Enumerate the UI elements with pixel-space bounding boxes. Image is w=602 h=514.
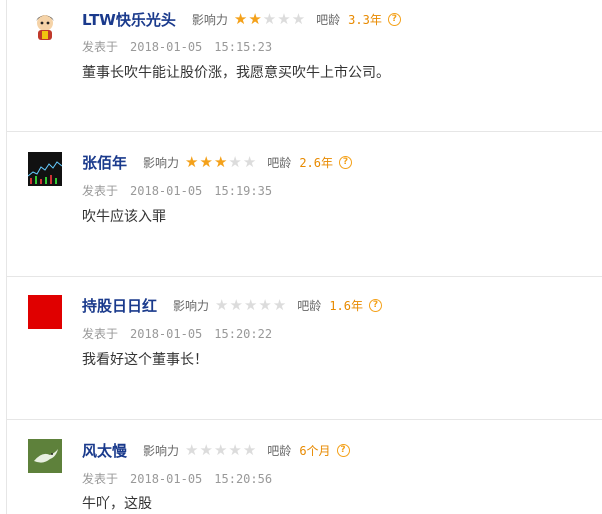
tenure-value: 3.3年 <box>348 12 382 27</box>
star-icon: ★ <box>199 440 213 459</box>
help-icon[interactable]: ? <box>387 12 401 26</box>
comment-text: 董事长吹牛能让股价涨，我愿意买吹牛上市公司。 <box>82 65 390 81</box>
star-icon: ★ <box>262 9 277 28</box>
star-icon: ★ <box>185 440 199 459</box>
star-icon: ★ <box>243 295 258 314</box>
star-icon: ★ <box>242 440 257 459</box>
post-clock: 15:20:56 <box>214 472 273 486</box>
post-time: 发表于 2018-01-05 15:20:22 <box>82 325 284 342</box>
comment-text: 牛吖，这股 <box>82 496 152 512</box>
posted-label: 发表于 <box>82 40 119 54</box>
star-icon: ★ <box>277 9 291 28</box>
tenure-value: 2.6年 <box>299 155 333 170</box>
star-icon: ★ <box>228 152 242 171</box>
comment-item: LTW快乐光头 影响力 ★ ★ ★ ★ ★ 吧龄 3.3年 ? 发表于 2018-01-0… <box>0 0 602 132</box>
star-icon: ★ <box>213 152 228 171</box>
post-clock: 15:19:35 <box>214 184 273 198</box>
post-date: 2018-01-05 <box>130 327 203 341</box>
avatar[interactable] <box>28 152 62 186</box>
post-time: 发表于 2018-01-05 15:15:23 <box>82 38 284 55</box>
star-icon: ★ <box>199 152 213 171</box>
tenure-value: 1.6年 <box>329 298 363 313</box>
posted-label: 发表于 <box>82 327 119 341</box>
avatar[interactable] <box>28 10 62 44</box>
tenure-label: 吧龄 <box>267 155 292 170</box>
cartoon-mascot-icon <box>28 10 62 44</box>
green-bird-icon <box>28 439 62 473</box>
help-icon[interactable]: ? <box>369 298 382 312</box>
star-icon: ★ <box>291 9 306 28</box>
user-info-row: 持股日日红 影响力 ★ ★ ★ ★ ★ 吧龄 1.6年 ? <box>82 295 382 315</box>
influence-label: 影响力 <box>173 298 210 313</box>
posted-label: 发表于 <box>82 472 119 486</box>
comment-item: 张佰年 影响力 ★ ★ ★ ★ ★ 吧龄 2.6年 ? 发表于 2018-01-05 15:… <box>0 132 602 276</box>
username-link[interactable]: LTW快乐光头 <box>82 9 176 30</box>
comment-item: 风太慢 影响力 ★ ★ ★ ★ ★ 吧龄 6个月 ? 发表于 2018-01-05 15:2… <box>0 420 602 514</box>
post-time: 发表于 2018-01-05 15:19:35 <box>82 182 284 199</box>
red-square-icon <box>28 295 62 329</box>
star-icon: ★ <box>258 295 272 314</box>
tenure-label: 吧龄 <box>297 298 322 313</box>
posted-label: 发表于 <box>82 184 119 198</box>
comment-item: 持股日日红 影响力 ★ ★ ★ ★ ★ 吧龄 1.6年 ? 发表于 2018-01-05 1… <box>0 277 602 419</box>
star-icon: ★ <box>213 440 228 459</box>
comment-text: 我看好这个董事长！ <box>82 352 208 368</box>
avatar[interactable] <box>28 439 62 473</box>
tenure-label: 吧龄 <box>316 12 341 27</box>
star-icon: ★ <box>185 152 199 171</box>
star-icon: ★ <box>229 295 243 314</box>
post-date: 2018-01-05 <box>130 472 203 486</box>
star-icon: ★ <box>228 440 242 459</box>
user-info-row: 张佰年 影响力 ★ ★ ★ ★ ★ 吧龄 2.6年 ? <box>82 152 352 172</box>
star-icon: ★ <box>215 295 229 314</box>
influence-stars: ★ ★ ★ ★ ★ <box>215 295 287 314</box>
influence-label: 影响力 <box>191 12 228 27</box>
post-date: 2018-01-05 <box>130 40 203 54</box>
tenure-label: 吧龄 <box>267 443 292 458</box>
star-icon: ★ <box>233 9 248 28</box>
user-info-row: 风太慢 影响力 ★ ★ ★ ★ ★ 吧龄 6个月 ? <box>82 440 350 460</box>
dark-chart-icon <box>28 152 62 186</box>
influence-label: 影响力 <box>143 443 180 458</box>
influence-stars: ★ ★ ★ ★ ★ <box>185 152 257 171</box>
help-icon[interactable]: ? <box>336 443 350 457</box>
influence-stars: ★ ★ ★ ★ ★ <box>185 440 257 459</box>
post-clock: 15:15:23 <box>214 40 273 54</box>
star-icon: ★ <box>242 152 257 171</box>
tenure-value: 6个月 <box>299 443 331 458</box>
influence-label: 影响力 <box>143 155 180 170</box>
post-date: 2018-01-05 <box>130 184 203 198</box>
help-icon[interactable]: ? <box>339 155 352 169</box>
star-icon: ★ <box>272 295 287 314</box>
influence-stars: ★ ★ ★ ★ ★ <box>233 9 306 28</box>
comment-text: 吹牛应该入罪 <box>82 209 166 225</box>
star-icon: ★ <box>248 9 262 28</box>
username-link[interactable]: 持股日日红 <box>82 295 157 316</box>
user-info-row: LTW快乐光头 影响力 ★ ★ ★ ★ ★ 吧龄 3.3年 ? <box>82 9 401 29</box>
username-link[interactable]: 风太慢 <box>82 440 127 461</box>
username-link[interactable]: 张佰年 <box>82 152 127 173</box>
post-time: 发表于 2018-01-05 15:20:56 <box>82 470 284 487</box>
post-clock: 15:20:22 <box>214 327 273 341</box>
avatar[interactable] <box>28 295 62 329</box>
